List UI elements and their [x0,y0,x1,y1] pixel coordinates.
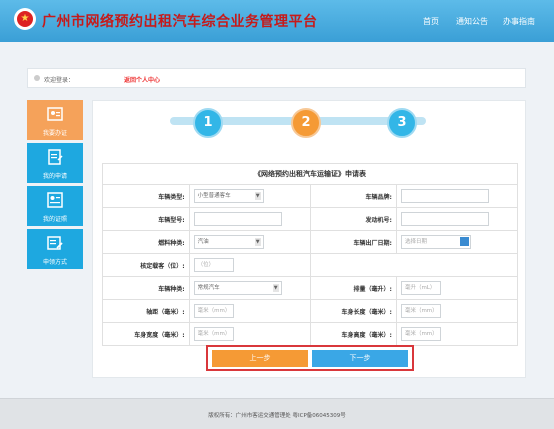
sidebar-item-apply-method[interactable]: 申领方式 [27,229,83,269]
model-label: 车辆型号: [102,207,190,231]
sidebar-item-label: 我的申请 [42,173,67,180]
height-label: 车身高度（毫米）: [309,322,397,346]
nav-home-link[interactable]: 首页 [423,16,439,27]
length-input[interactable]: 毫米（mm） [400,304,441,318]
engine-input[interactable] [400,212,489,226]
width-input[interactable]: 毫米（mm） [193,327,234,341]
step-2-active: 2 [291,108,321,138]
empty-cell [309,253,519,277]
chevron-down-icon: ▼ [254,192,261,200]
displacement-input[interactable]: 毫升（mL） [400,281,441,295]
application-form: 《网络预约出租汽车运输证》申请表 车辆类型: 小型普通客车 ▼ 车辆品牌: 车辆… [102,163,519,346]
brand-input[interactable] [400,189,489,203]
sidebar-item-label: 申领方式 [42,259,67,266]
welcome-bar: 欢迎登录： 返回个人中心 [27,68,526,88]
engine-label: 发动机号: [309,207,397,231]
id-card-icon [47,107,63,121]
footer: 版权所有：广州市客运交通管理处 粤ICP备06045309号 [0,398,554,429]
personal-center-link[interactable]: 返回个人中心 [124,75,160,84]
apply-method-icon [47,236,63,250]
nav-announcements-link[interactable]: 通知公告 [456,16,488,27]
fuel-value: 汽油 [197,239,209,245]
step-3: 3 [387,108,417,138]
sidebar-item-apply-license[interactable]: 我要办证 [27,100,83,140]
height-input[interactable]: 毫米（mm） [400,327,441,341]
seats-label: 核定载客（位）: [102,253,190,277]
displacement-label: 排量（毫升）: [309,276,397,300]
factory-date-input[interactable]: 选择日期 [400,235,471,249]
prev-step-button[interactable]: 上一步 [212,350,308,367]
model-input[interactable] [193,212,282,226]
user-dot-icon [34,75,40,81]
sidebar-item-label: 我要办证 [42,130,67,137]
button-group-highlight: 上一步 下一步 [206,345,414,371]
seats-input[interactable]: （位） [193,258,234,272]
width-label: 车身宽度（毫米）: [102,322,190,346]
top-header: ★ 广州市网络预约出租汽车综合业务管理平台 首页 通知公告 办事指南 [0,0,554,42]
category-label: 车辆种类: [102,276,190,300]
vehicle-type-label: 车辆类型: [102,184,190,208]
vehicle-type-value: 小型普通客车 [197,193,231,199]
length-label: 车身长度（毫米）: [309,299,397,323]
nav-guide-link[interactable]: 办事指南 [503,16,535,27]
welcome-text: 欢迎登录： [44,77,75,84]
fuel-label: 燃料种类: [102,230,190,254]
footer-copyright: 版权所有：广州市客运交通管理处 粤ICP备06045309号 [208,413,346,419]
chevron-down-icon: ▼ [272,284,279,292]
fuel-select[interactable]: 汽油 ▼ [193,235,264,249]
wheelbase-input[interactable]: 毫米（mm） [193,304,234,318]
category-value: 常规汽车 [197,285,220,291]
vehicle-type-select[interactable]: 小型普通客车 ▼ [193,189,264,203]
calendar-icon[interactable] [459,237,469,246]
next-step-button[interactable]: 下一步 [312,350,408,367]
factory-date-placeholder: 选择日期 [404,239,427,245]
chevron-down-icon: ▼ [254,238,261,246]
license-icon [47,192,63,208]
site-title: 广州市网络预约出租汽车综合业务管理平台 [42,14,318,30]
document-edit-icon [48,149,63,165]
category-select[interactable]: 常规汽车 ▼ [193,281,282,295]
step-1: 1 [193,108,223,138]
sidebar-item-my-applications[interactable]: 我的申请 [27,143,83,183]
sidebar-item-my-licenses[interactable]: 我的证照 [27,186,83,226]
wheelbase-label: 轴距（毫米）: [102,299,190,323]
sidebar-item-label: 我的证照 [42,216,67,223]
form-title: 《网络预约出租汽车运输证》申请表 [102,163,518,185]
factory-date-label: 车辆出厂日期: [309,230,397,254]
logo-emblem-icon: ★ [14,8,36,30]
brand-label: 车辆品牌: [309,184,397,208]
